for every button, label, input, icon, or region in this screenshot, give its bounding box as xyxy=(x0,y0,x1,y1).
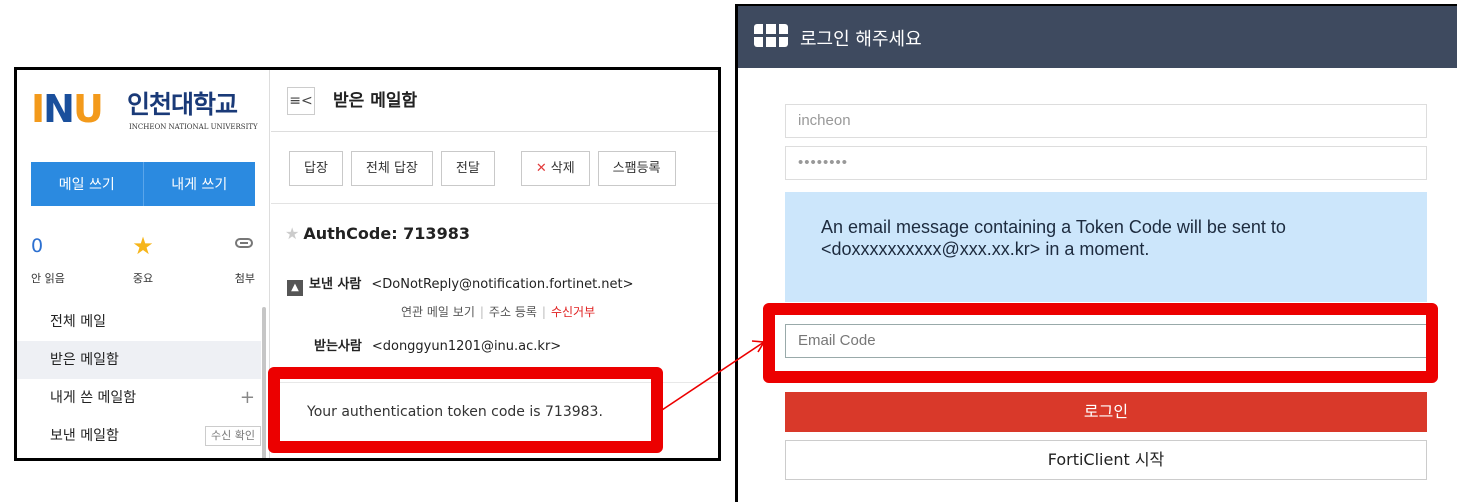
mail-header: ≡< 받은 메일함 xyxy=(271,70,718,132)
sender-links: 연관 메일 보기 | 주소 등록 | 수신거부 xyxy=(401,303,595,320)
write-to-self-button[interactable]: 내게 쓰기 xyxy=(143,162,255,206)
star-icon[interactable]: ★ xyxy=(285,224,299,243)
divider: | xyxy=(541,305,546,319)
delete-button[interactable]: ✕ 삭제 xyxy=(520,151,590,186)
close-icon: ✕ xyxy=(535,161,547,176)
sender-row: ▲ 보낸 사람 <DoNotReply@notification.fortinet.… xyxy=(287,273,634,296)
folder-sent[interactable]: 보낸 메일함 수신 확인 xyxy=(17,417,261,455)
sender-address[interactable]: <DoNotReply@notification.fortinet.net> xyxy=(371,277,633,292)
folder-label: 내게 쓴 메일함 xyxy=(50,390,137,406)
unread-count: 0 xyxy=(31,235,44,257)
token-highlight-box xyxy=(268,367,663,453)
folder-inbox[interactable]: 받은 메일함 xyxy=(17,341,261,379)
folder-title: 받은 메일함 xyxy=(333,91,418,111)
recipient-label: 받는사람 xyxy=(314,339,362,354)
related-mail-link[interactable]: 연관 메일 보기 xyxy=(401,305,475,319)
password-field[interactable]: •••••••• xyxy=(785,146,1427,180)
mail-sidebar: INU 인천대학교 INCHEON NATIONAL UNIVERSITY 메일… xyxy=(17,70,270,458)
important-stat[interactable]: ★ 중요 xyxy=(113,232,173,292)
login-header: 로그인 해주세요 xyxy=(738,6,1457,68)
recipient-address[interactable]: <donggyun1201@inu.ac.kr> xyxy=(372,339,561,354)
folder-label: 보낸 메일함 xyxy=(50,428,119,444)
forticlient-button[interactable]: FortiClient 시작 xyxy=(785,440,1427,480)
folder-label: 받은 메일함 xyxy=(50,352,119,368)
login-button[interactable]: 로그인 xyxy=(785,392,1427,432)
sidebar-scrollbar[interactable] xyxy=(262,307,266,458)
paperclip-icon xyxy=(205,232,255,260)
forward-button[interactable]: 전달 xyxy=(440,151,495,186)
folder-self-mail[interactable]: 내게 쓴 메일함 + xyxy=(17,379,261,417)
spam-button[interactable]: 스팸등록 xyxy=(597,151,676,186)
recipient-row: 받는사람 <donggyun1201@inu.ac.kr> xyxy=(314,335,561,354)
login-title: 로그인 해주세요 xyxy=(800,29,922,50)
mail-stats: 0 안 읽음 ★ 중요 첨부 xyxy=(31,232,255,292)
folder-label: 전체 메일 xyxy=(50,314,106,330)
unread-label: 안 읽음 xyxy=(31,272,65,285)
folder-list: 전체 메일 받은 메일함 내게 쓴 메일함 + 보낸 메일함 수신 확인 xyxy=(17,303,261,455)
toolbar-divider xyxy=(271,203,718,204)
inu-logo-mark: INU xyxy=(31,87,104,131)
compose-button[interactable]: 메일 쓰기 xyxy=(31,162,144,206)
code-highlight-box xyxy=(763,303,1438,383)
divider: | xyxy=(479,305,484,319)
reply-all-button[interactable]: 전체 답장 xyxy=(350,151,433,186)
delete-label: 삭제 xyxy=(550,161,575,176)
folder-all-mail[interactable]: 전체 메일 xyxy=(17,303,261,341)
star-icon: ★ xyxy=(132,232,154,260)
menu-toggle-icon[interactable]: ≡< xyxy=(287,87,315,115)
unread-stat[interactable]: 0 안 읽음 xyxy=(31,232,81,292)
subject-text: AuthCode: 713983 xyxy=(303,224,470,243)
attachment-stat[interactable]: 첨부 xyxy=(205,232,255,292)
block-sender-link[interactable]: 수신거부 xyxy=(551,305,595,319)
read-receipt-button[interactable]: 수신 확인 xyxy=(205,426,261,446)
important-label: 중요 xyxy=(132,272,154,285)
chevron-up-icon[interactable]: ▲ xyxy=(287,280,303,296)
university-subtitle: INCHEON NATIONAL UNIVERSITY xyxy=(129,123,258,131)
mail-toolbar: 답장 전체 답장 전달 ✕ 삭제 스팸등록 xyxy=(289,151,676,186)
compose-buttons: 메일 쓰기 내게 쓰기 xyxy=(31,162,255,206)
university-name: 인천대학교 xyxy=(127,90,238,119)
university-logo[interactable]: INU 인천대학교 INCHEON NATIONAL UNIVERSITY xyxy=(31,84,271,134)
forti-login-window: 로그인 해주세요 incheon •••••••• An email messa… xyxy=(735,4,1457,502)
username-field[interactable]: incheon xyxy=(785,104,1427,138)
add-folder-icon[interactable]: + xyxy=(240,379,255,417)
attachment-label: 첨부 xyxy=(234,272,255,285)
reply-button[interactable]: 답장 xyxy=(289,151,343,186)
mail-subject: ★ AuthCode: 713983 xyxy=(285,224,470,243)
fortinet-logo-icon xyxy=(754,24,788,48)
sender-label: 보낸 사람 xyxy=(309,277,362,292)
add-address-link[interactable]: 주소 등록 xyxy=(489,305,537,319)
token-info-message: An email message containing a Token Code… xyxy=(785,192,1427,302)
